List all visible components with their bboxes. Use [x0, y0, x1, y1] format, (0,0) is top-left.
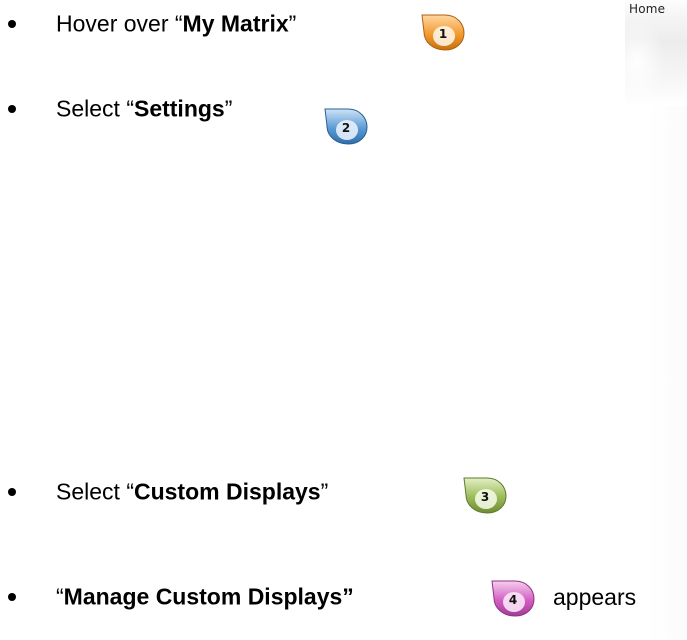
step-text-4: “Manage Custom Displays” [56, 583, 354, 610]
home-label: Home [629, 2, 666, 16]
home-screenshot-fragment: Home [625, 0, 687, 106]
step-text-2: Select “Settings” [56, 95, 233, 122]
step-bold-1: My Matrix [182, 10, 289, 37]
step-text-3: Select “Custom Displays” [56, 478, 329, 505]
step-marker-2: 2 [323, 106, 369, 146]
step-bold-4: Manage Custom Displays” [63, 583, 354, 610]
bullet-icon [8, 593, 16, 601]
screenshot-fade-edge [647, 106, 687, 640]
bullet-icon [8, 20, 16, 28]
step-marker-1: 1 [420, 12, 466, 52]
step-marker-3: 3 [462, 475, 508, 515]
step-bold-2: Settings [133, 95, 225, 122]
appears-text: appears [553, 584, 637, 610]
step-bold-3: Custom Displays [133, 478, 321, 505]
bullet-icon [8, 105, 16, 113]
step-marker-4: 4 [490, 578, 536, 618]
step-text-1: Hover over “My Matrix” [56, 10, 297, 37]
bullet-icon [8, 488, 16, 496]
